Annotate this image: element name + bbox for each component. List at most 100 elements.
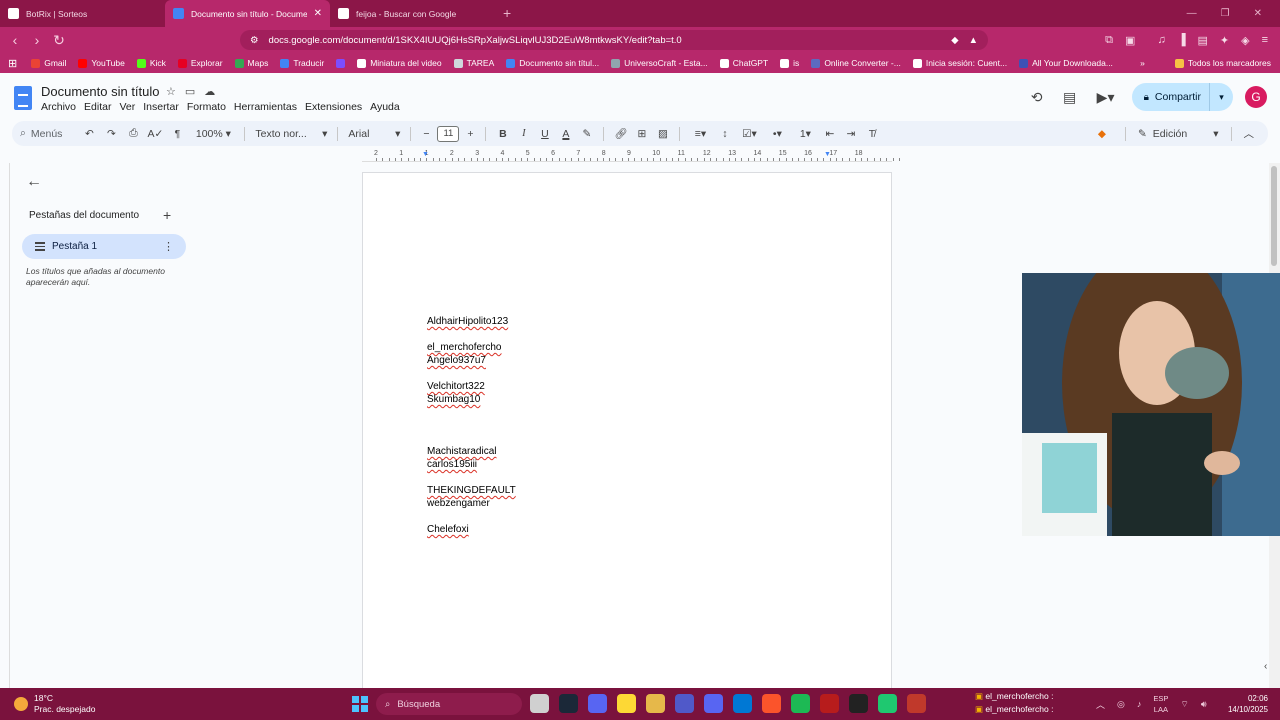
tray-overflow-icon[interactable]: ︿ (1096, 698, 1105, 711)
site-info-icon[interactable]: ⚙ (250, 35, 259, 46)
indent-marker-icon[interactable]: ▼ (422, 151, 429, 158)
document-line[interactable]: Machistaradical (427, 445, 516, 458)
document-line[interactable]: Skumbag10 (427, 393, 516, 406)
redo-icon[interactable]: ↷ (100, 121, 122, 146)
italic-icon[interactable]: I (513, 121, 534, 146)
comments-icon[interactable]: ▤ (1060, 89, 1080, 106)
empty-line[interactable] (427, 328, 516, 341)
gemini-hat-icon[interactable]: ◆ (1091, 121, 1113, 146)
increase-font-size-icon[interactable]: + (461, 121, 479, 146)
weather-widget[interactable]: 18°C Prac. despejado (14, 693, 95, 715)
menu-item[interactable]: Extensiones (305, 101, 362, 113)
taskbar-app-icon[interactable] (617, 694, 636, 713)
screenshot-icon[interactable]: ▣ (1125, 34, 1135, 47)
apps-grid-icon[interactable]: ⊞ (8, 57, 17, 70)
menu-item[interactable]: Ver (119, 101, 135, 113)
taskbar-app-icon[interactable] (675, 694, 694, 713)
document-line[interactable]: el_merchofercho (427, 341, 516, 354)
tab-options-icon[interactable]: ⋮ (163, 240, 174, 253)
chat-notification[interactable]: ▣ el_merchofercho : (975, 690, 1053, 703)
editing-mode-select[interactable]: ✎ Edición ▾ (1138, 121, 1219, 146)
vpn-icon[interactable]: ◈ (1241, 34, 1249, 47)
document-tab-item[interactable]: Pestaña 1 ⋮ (22, 234, 186, 259)
bookmark-item[interactable]: Inicia sesión: Cuent... (912, 58, 1007, 68)
spellcheck-icon[interactable]: A✓ (144, 121, 166, 146)
taskbar-app-icon[interactable] (588, 694, 607, 713)
style-select[interactable]: Texto nor... ▾ (251, 121, 331, 146)
vertical-ruler[interactable] (0, 163, 10, 688)
bookmark-item[interactable]: All Your Downloada... (1019, 58, 1113, 68)
increase-indent-icon[interactable]: ⇥ (840, 121, 861, 146)
document-line[interactable]: webzengamer (427, 497, 516, 510)
document-line[interactable]: Angelo937u7 (427, 354, 516, 367)
bookmark-item[interactable]: TAREA (453, 58, 494, 68)
bookmark-item[interactable]: Gmail (31, 58, 66, 68)
taskbar-app-icon[interactable] (791, 694, 810, 713)
menu-item[interactable]: Formato (187, 101, 226, 113)
reload-icon[interactable]: ↻ (48, 32, 70, 49)
menu-search-input[interactable]: ⌕ Menús (12, 121, 70, 146)
document-line[interactable]: carlos195iii (427, 458, 516, 471)
back-icon[interactable]: ‹ (4, 32, 26, 48)
document-page[interactable]: AldhairHipolito123 el_merchofercho Angelo9… (362, 172, 892, 692)
music-icon[interactable]: ♫ (1157, 34, 1165, 46)
close-tab-icon[interactable]: ✕ (314, 8, 322, 19)
font-select[interactable]: Arial ▾ (344, 121, 404, 146)
bookmark-item[interactable] (336, 58, 346, 68)
menu-item[interactable]: Archivo (41, 101, 76, 113)
empty-line[interactable] (427, 510, 516, 523)
version-history-icon[interactable]: ⟲ (1027, 89, 1047, 106)
share-dropdown-icon[interactable]: ▾ (1209, 83, 1233, 111)
decrease-font-size-icon[interactable]: − (417, 121, 435, 146)
taskbar-app-icon[interactable] (704, 694, 723, 713)
taskbar-app-icon[interactable] (530, 694, 549, 713)
line-spacing-icon[interactable]: ↕ (714, 121, 735, 146)
taskbar-app-icon[interactable] (878, 694, 897, 713)
menu-item[interactable]: Herramientas (234, 101, 297, 113)
rewards-icon[interactable]: ▲ (969, 35, 978, 46)
star-icon[interactable]: ☆ (166, 85, 176, 98)
leo-ai-icon[interactable]: ✦ (1220, 34, 1229, 47)
extension-icon[interactable]: ⧉ (1105, 34, 1113, 47)
empty-line[interactable] (427, 367, 516, 380)
print-icon[interactable]: ⎙ (122, 121, 144, 146)
meet-video-icon[interactable]: ▶▾ (1093, 89, 1119, 106)
zoom-select[interactable]: 100% ▾ (188, 121, 238, 146)
bookmark-item[interactable]: YouTube (78, 58, 125, 68)
taskbar-app-icon[interactable] (907, 694, 926, 713)
chat-notification[interactable]: ▣ el_merchofercho : (975, 703, 1053, 716)
new-tab-button[interactable]: + (503, 0, 511, 27)
share-button[interactable]: 🔒︎ Compartir ▾ (1131, 83, 1233, 111)
menu-item[interactable]: Editar (84, 101, 111, 113)
maximize-icon[interactable]: ❐ (1221, 8, 1230, 19)
bookmarks-more-button[interactable]: » (1140, 58, 1145, 68)
font-size-input[interactable]: 11 (437, 125, 460, 142)
taskbar-app-icon[interactable] (733, 694, 752, 713)
bookmark-item[interactable]: Traducir (280, 58, 324, 68)
empty-line[interactable] (427, 432, 516, 445)
insert-image-icon[interactable]: ▨ (652, 121, 673, 146)
all-bookmarks-button[interactable]: Todos los marcadores (1188, 58, 1271, 68)
bulleted-list-icon[interactable]: •▾ (763, 121, 791, 146)
empty-line[interactable] (427, 406, 516, 419)
document-body[interactable]: AldhairHipolito123 el_merchofercho Angelo9… (427, 315, 516, 536)
text-color-icon[interactable]: A (555, 121, 576, 146)
network-icon[interactable]: ◎ (1117, 699, 1125, 710)
back-arrow-icon[interactable]: ← (26, 173, 42, 191)
hide-menus-icon[interactable]: ︿ (1244, 121, 1255, 146)
docs-logo-icon[interactable] (14, 86, 32, 110)
volume-icon[interactable]: 🔊︎ (1201, 699, 1207, 710)
move-folder-icon[interactable]: ▭ (185, 85, 195, 98)
menu-item[interactable]: Ayuda (370, 101, 400, 113)
minimize-icon[interactable]: — (1187, 8, 1197, 19)
document-title[interactable]: Documento sin título (41, 84, 160, 99)
highlight-icon[interactable]: ✎ (576, 121, 597, 146)
checklist-icon[interactable]: ☑▾ (735, 121, 763, 146)
align-icon[interactable]: ≡▾ (686, 121, 714, 146)
bookmark-item[interactable]: Documento sin títul... (506, 58, 599, 68)
omnibox[interactable]: ⚙ docs.google.com/document/d/1SKX4IUUQj6… (240, 30, 988, 50)
menu-icon[interactable]: ≡ (1262, 34, 1268, 46)
taskbar-app-icon[interactable] (849, 694, 868, 713)
link-icon[interactable]: 🔗︎ (610, 121, 631, 146)
taskbar-app-icon[interactable] (820, 694, 839, 713)
